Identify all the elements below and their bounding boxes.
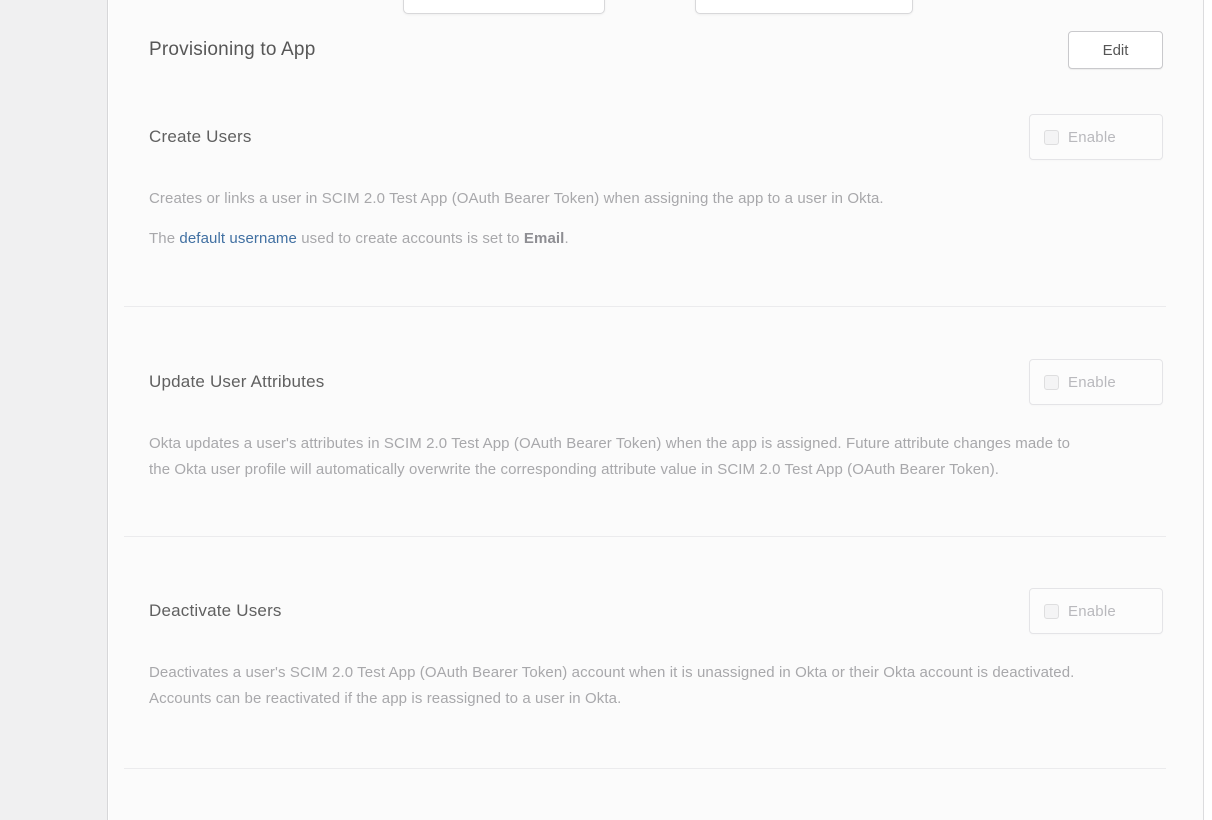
deactivate-users-enable-button[interactable]: Enable [1029,588,1163,634]
default-username-note: The default username used to create acco… [149,226,1079,252]
cutoff-field-left[interactable] [403,0,605,14]
enable-label: Enable [1068,603,1116,620]
default-username-link[interactable]: default username [179,230,297,247]
create-users-title: Create Users [149,127,252,147]
section-head: Update User Attributes Enable [149,359,1163,405]
panel-header: Provisioning to App Edit [149,30,1163,70]
section-create-users: Create Users Enable Creates or links a u… [149,70,1163,306]
enable-checkbox[interactable] [1044,130,1059,145]
provisioning-panel: Provisioning to App Edit Create Users En… [109,0,1204,820]
update-user-attributes-enable-button[interactable]: Enable [1029,359,1163,405]
note-suffix: . [564,230,568,247]
update-user-attributes-title: Update User Attributes [149,372,324,392]
page-title: Provisioning to App [149,39,315,61]
left-gutter [0,0,108,820]
edit-button[interactable]: Edit [1068,31,1163,69]
section-head: Create Users Enable [149,114,1163,160]
enable-checkbox[interactable] [1044,604,1059,619]
section-head: Deactivate Users Enable [149,588,1163,634]
section-deactivate-users: Deactivate Users Enable Deactivates a us… [149,537,1163,768]
note-prefix: The [149,230,179,247]
provisioning-page: Provisioning to App Edit Create Users En… [0,0,1212,820]
enable-label: Enable [1068,374,1116,391]
create-users-enable-button[interactable]: Enable [1029,114,1163,160]
enable-label: Enable [1068,129,1116,146]
deactivate-users-description: Deactivates a user's SCIM 2.0 Test App (… [149,660,1079,712]
deactivate-users-title: Deactivate Users [149,601,282,621]
section-divider [124,768,1166,769]
section-update-user-attributes: Update User Attributes Enable Okta updat… [149,307,1163,536]
update-user-attributes-description: Okta updates a user's attributes in SCIM… [149,431,1079,483]
note-bold-value: Email [524,230,565,247]
cutoff-field-right[interactable] [695,0,913,14]
create-users-description: Creates or links a user in SCIM 2.0 Test… [149,186,1079,212]
enable-checkbox[interactable] [1044,375,1059,390]
note-middle: used to create accounts is set to [297,230,524,247]
